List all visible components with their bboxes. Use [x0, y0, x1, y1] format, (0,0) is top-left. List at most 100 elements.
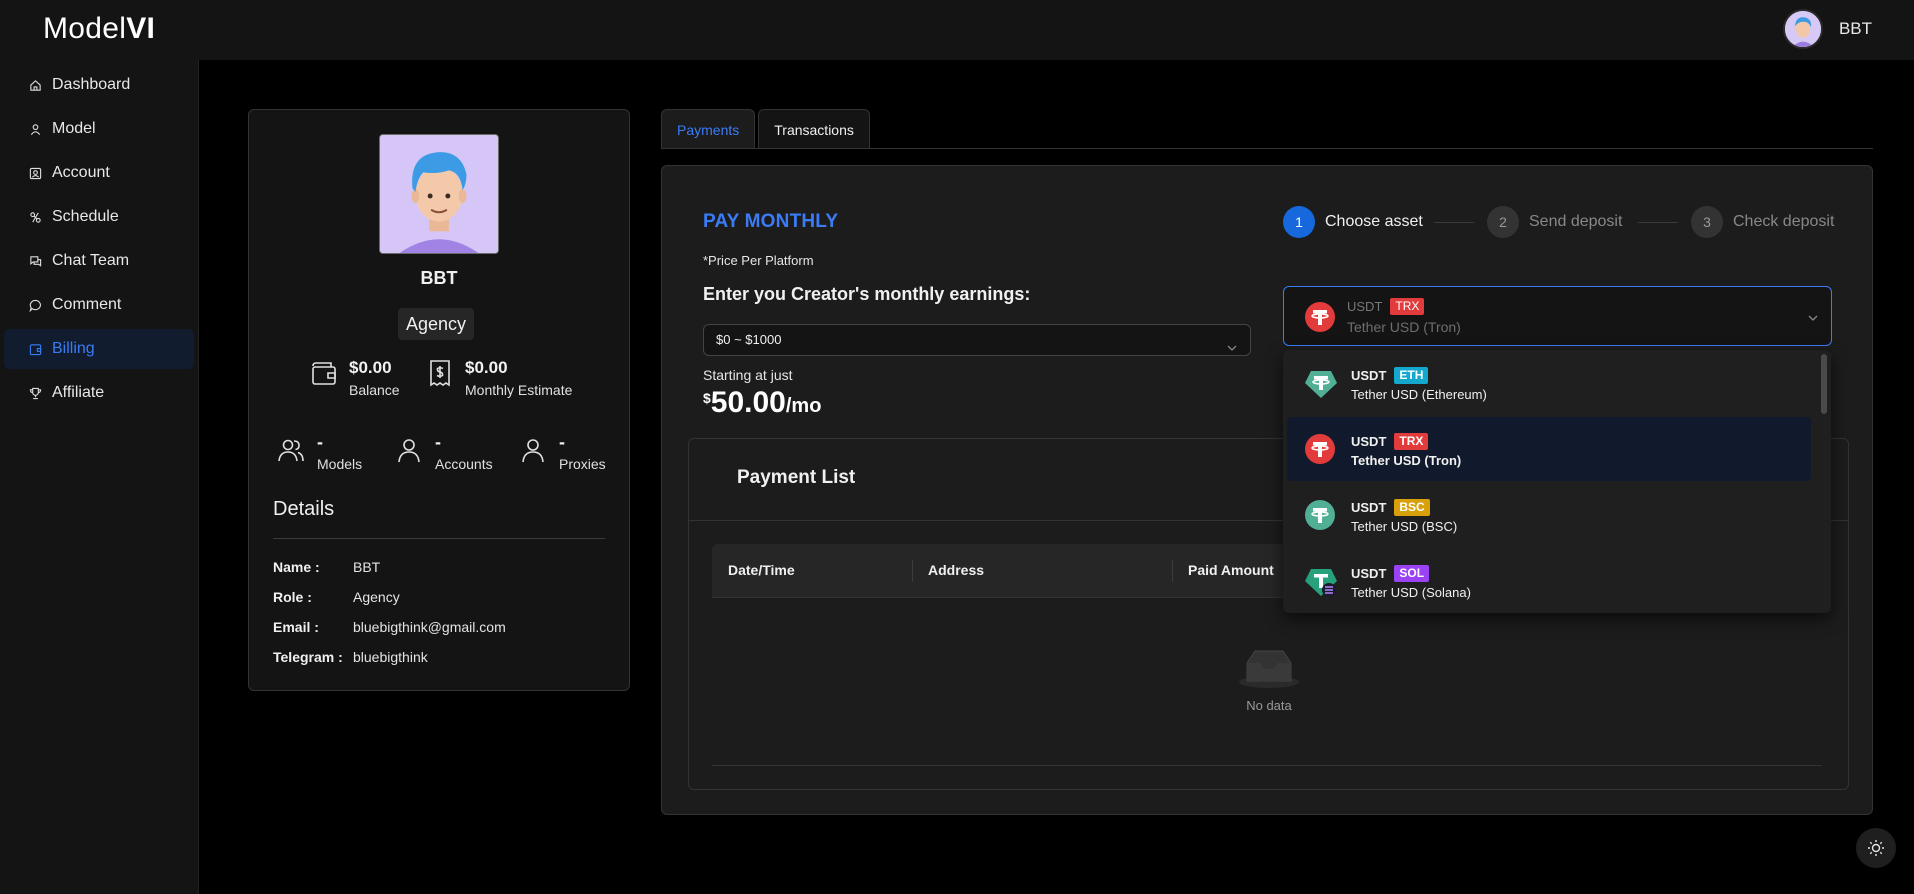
receipt-icon — [430, 360, 450, 387]
detail-row-role: Role : Agency — [273, 589, 400, 605]
asset-name: Tether USD (Tron) — [1347, 319, 1461, 335]
column-header: Paid Amount — [1188, 562, 1274, 578]
detail-row-email: Email : bluebigthink@gmail.com — [273, 619, 506, 635]
balance-stat: $0.00 Balance — [309, 358, 400, 398]
asset-option-eth[interactable]: USDT ETH Tether USD (Ethereum) — [1287, 351, 1811, 415]
sidebar-item-label: Dashboard — [52, 76, 131, 93]
profile-card: BBT Agency $0.00 Balance $0.00 Monthly E… — [248, 109, 630, 691]
tab-transactions[interactable]: Transactions — [758, 109, 870, 149]
sidebar-item-schedule[interactable]: Schedule — [4, 197, 194, 237]
models-label: Models — [317, 456, 363, 472]
divider — [712, 765, 1822, 766]
models-value: - — [317, 432, 323, 452]
users-icon — [278, 439, 304, 462]
sidebar-item-label: Comment — [52, 296, 122, 313]
details-title: Details — [273, 498, 335, 520]
step-choose-asset: 1 Choose asset — [1283, 206, 1423, 238]
solana-usdt-icon — [1304, 565, 1338, 604]
accounts-value: - — [435, 432, 441, 452]
tab-payments[interactable]: Payments — [661, 109, 756, 149]
balance-value: $0.00 — [349, 358, 392, 377]
asset-option-bsc[interactable]: USDT BSC Tether USD (BSC) — [1287, 483, 1811, 547]
asset-name: Tether USD (BSC) — [1351, 519, 1458, 534]
dropdown-scrollbar[interactable] — [1821, 354, 1827, 414]
sidebar-item-chat-team[interactable]: Chat Team — [4, 241, 194, 281]
sidebar-item-label: Billing — [52, 340, 95, 357]
monthly-estimate-label: Monthly Estimate — [465, 382, 573, 398]
step-connector — [1434, 222, 1474, 223]
step-number: 2 — [1487, 206, 1519, 238]
proxies-value: - — [559, 432, 565, 452]
starting-label: Starting at just — [703, 367, 793, 383]
top-bar: ModelVI BBT — [0, 0, 1914, 60]
pay-monthly-title: PAY MONTHLY — [703, 211, 839, 232]
step-label: Send deposit — [1529, 213, 1623, 230]
asset-option-trx[interactable]: USDT TRX Tether USD (Tron) — [1287, 417, 1811, 481]
app-logo[interactable]: ModelVI — [43, 12, 155, 46]
sidebar-item-dashboard[interactable]: Dashboard — [4, 65, 194, 105]
profile-name: BBT — [420, 268, 458, 288]
empty-text: No data — [1246, 698, 1292, 713]
step-number: 3 — [1691, 206, 1723, 238]
sidebar-item-affiliate[interactable]: Affiliate — [4, 373, 194, 413]
proxies-label: Proxies — [559, 456, 606, 472]
proxies-stat: - Proxies — [519, 432, 606, 472]
sidebar-item-model[interactable]: Model — [4, 109, 194, 149]
user-menu[interactable]: BBT — [1782, 9, 1872, 49]
step-number: 1 — [1283, 206, 1315, 238]
ethereum-usdt-icon — [1304, 367, 1338, 406]
detail-row-name: Name : BBT — [273, 559, 381, 575]
schedule-icon — [28, 210, 42, 224]
asset-symbol: USDT — [1347, 299, 1383, 314]
user-icon — [28, 122, 42, 136]
account-icon — [28, 166, 42, 180]
models-stat: - Models — [277, 432, 362, 472]
accounts-stat: - Accounts — [395, 432, 493, 472]
chevron-down-icon — [1226, 335, 1238, 365]
asset-symbol: USDT — [1351, 500, 1387, 515]
sidebar-item-billing[interactable]: Billing — [4, 329, 194, 369]
network-badge: TRX — [1390, 298, 1425, 315]
avatar[interactable] — [1782, 9, 1823, 49]
comment-icon — [28, 298, 42, 312]
empty-state: No data — [1219, 647, 1319, 713]
home-icon — [28, 78, 42, 92]
sidebar-item-comment[interactable]: Comment — [4, 285, 194, 325]
tron-usdt-icon — [1304, 433, 1336, 470]
asset-select[interactable]: USDT TRX Tether USD (Tron) — [1283, 286, 1832, 346]
trophy-icon — [28, 386, 42, 400]
divider — [273, 538, 605, 539]
billing-icon — [28, 342, 42, 356]
empty-inbox-icon — [1239, 650, 1299, 688]
network-badge: BSC — [1394, 499, 1430, 516]
monthly-estimate-stat: $0.00 Monthly Estimate — [425, 358, 572, 398]
asset-name: Tether USD (Solana) — [1351, 585, 1471, 600]
earnings-value: $0 ~ $1000 — [716, 332, 782, 347]
chat-icon — [28, 254, 42, 268]
network-badge: TRX — [1394, 433, 1429, 450]
column-separator — [912, 560, 913, 582]
sidebar-item-label: Chat Team — [52, 252, 130, 269]
asset-dropdown: USDT ETH Tether USD (Ethereum) USDT TRX Te… — [1283, 350, 1831, 613]
step-label: Check deposit — [1733, 213, 1835, 230]
chevron-down-icon — [1807, 311, 1819, 329]
asset-option-sol[interactable]: USDT SOL Tether USD (Solana) — [1287, 549, 1811, 613]
sidebar-item-account[interactable]: Account — [4, 153, 194, 193]
earnings-select[interactable]: $0 ~ $1000 — [703, 324, 1251, 356]
wallet-icon — [312, 362, 336, 385]
asset-symbol: USDT — [1351, 566, 1387, 581]
detail-row-telegram: Telegram : bluebigthink — [273, 649, 428, 665]
sidebar-item-label: Affiliate — [52, 384, 105, 401]
role-tag: Agency — [398, 308, 475, 340]
tron-usdt-icon — [1304, 301, 1336, 338]
step-check-deposit: 3 Check deposit — [1691, 206, 1834, 238]
sidebar-item-label: Account — [52, 164, 110, 181]
user-icon — [522, 439, 544, 463]
column-header: Date/Time — [728, 562, 795, 578]
column-separator — [1172, 560, 1173, 582]
theme-toggle-button[interactable] — [1856, 828, 1896, 868]
asset-name: Tether USD (Ethereum) — [1351, 387, 1487, 402]
step-connector — [1638, 222, 1678, 223]
divider — [661, 148, 1873, 149]
user-name: BBT — [1838, 19, 1872, 38]
